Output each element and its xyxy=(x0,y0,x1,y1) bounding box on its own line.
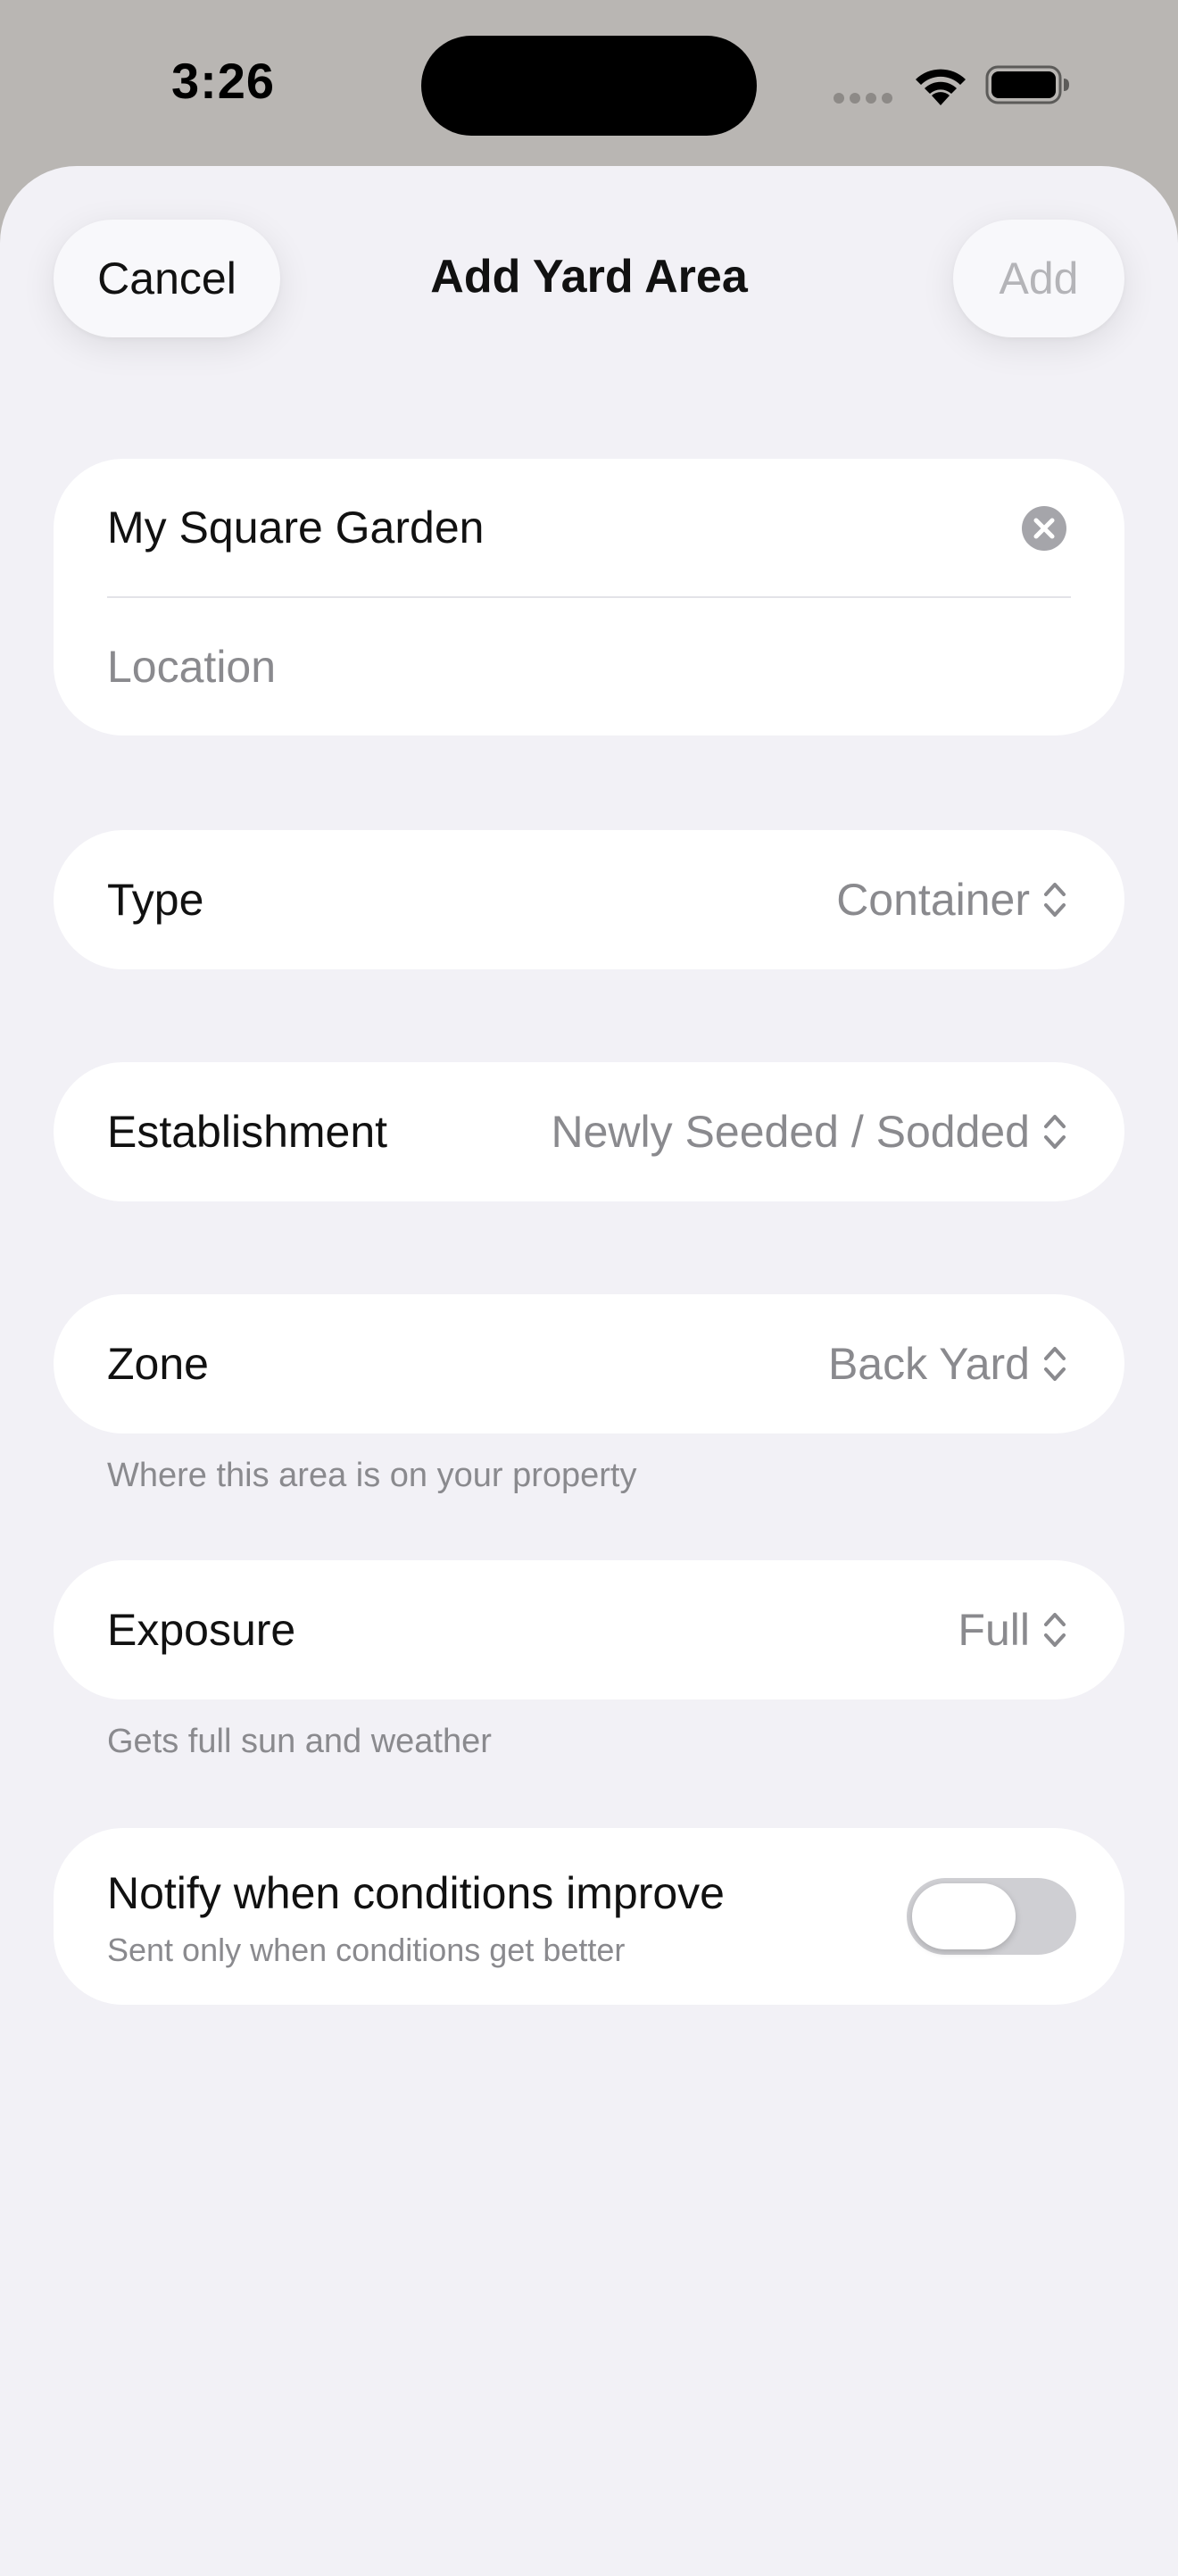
exposure-picker-row[interactable]: Exposure Full xyxy=(54,1560,1124,1699)
type-value[interactable]: Container xyxy=(836,874,1067,926)
name-field[interactable]: My Square Garden xyxy=(107,502,1000,553)
notify-toggle-row: Notify when conditions improve Sent only… xyxy=(54,1828,1124,2005)
type-label: Type xyxy=(107,875,204,925)
dynamic-island xyxy=(421,36,757,136)
type-picker-row[interactable]: Type Container xyxy=(54,830,1124,969)
chevron-up-down-icon xyxy=(1044,1613,1066,1647)
zone-footnote: Where this area is on your property xyxy=(107,1457,637,1494)
field-divider xyxy=(107,596,1071,598)
chevron-up-down-icon xyxy=(1044,883,1066,917)
zone-value-text: Back Yard xyxy=(827,1339,1030,1389)
establishment-label: Establishment xyxy=(107,1107,388,1157)
exposure-value-text: Full xyxy=(958,1605,1030,1655)
exposure-value[interactable]: Full xyxy=(958,1604,1067,1656)
exposure-label: Exposure xyxy=(107,1605,296,1655)
notify-subtitle: Sent only when conditions get better xyxy=(107,1932,626,1968)
notify-title: Notify when conditions improve xyxy=(107,1868,725,1918)
notify-toggle[interactable] xyxy=(907,1878,1076,1955)
chevron-up-down-icon xyxy=(1044,1115,1066,1149)
cancel-button[interactable]: Cancel xyxy=(54,220,280,337)
page-title: Add Yard Area xyxy=(430,251,748,303)
establishment-picker-row[interactable]: Establishment Newly Seeded / Sodded xyxy=(54,1062,1124,1201)
chevron-up-down-icon xyxy=(1044,1347,1066,1381)
add-button[interactable]: Add xyxy=(953,220,1124,337)
cellular-signal-icon xyxy=(834,93,892,104)
status-time: 3:26 xyxy=(170,53,276,109)
add-yard-area-sheet: Cancel Add Yard Area Add My Square Garde… xyxy=(0,166,1178,2576)
zone-picker-row[interactable]: Zone Back Yard xyxy=(54,1294,1124,1433)
clear-text-icon[interactable] xyxy=(1021,505,1067,552)
establishment-value-text: Newly Seeded / Sodded xyxy=(551,1107,1030,1157)
battery-icon xyxy=(985,65,1069,104)
exposure-footnote: Gets full sun and weather xyxy=(107,1723,492,1760)
zone-label: Zone xyxy=(107,1339,209,1389)
establishment-value[interactable]: Newly Seeded / Sodded xyxy=(552,1106,1067,1158)
wifi-icon xyxy=(916,69,966,105)
status-bar: 3:26 xyxy=(0,0,1178,166)
location-field[interactable]: Location xyxy=(107,641,1000,693)
name-location-card: My Square Garden Location xyxy=(54,459,1124,735)
type-value-text: Container xyxy=(836,875,1030,925)
zone-value[interactable]: Back Yard xyxy=(828,1338,1067,1390)
toggle-knob xyxy=(912,1883,1016,1949)
